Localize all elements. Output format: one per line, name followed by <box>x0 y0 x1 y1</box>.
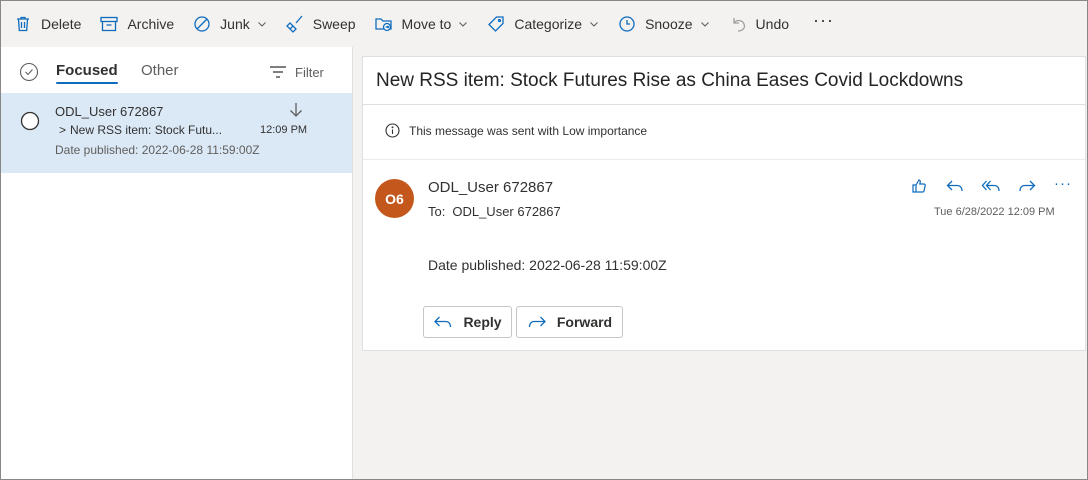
like-icon[interactable] <box>901 176 937 196</box>
divider <box>363 159 1085 160</box>
message-list-pane: Focused Other Filter ODL_User 672867 > Ne… <box>1 47 353 479</box>
forward-button[interactable]: Forward <box>516 306 623 338</box>
undo-label: Undo <box>755 16 790 32</box>
recipient-name[interactable]: ODL_User 672867 <box>452 204 560 219</box>
move-to-button[interactable]: Move to <box>372 8 479 40</box>
filter-button[interactable]: Filter <box>269 64 324 80</box>
reply-icon[interactable] <box>937 176 973 196</box>
delete-label: Delete <box>41 16 82 32</box>
sender-name[interactable]: ODL_User 672867 <box>428 179 553 196</box>
chevron-down-icon <box>700 19 710 29</box>
junk-button[interactable]: Junk <box>190 8 277 40</box>
avatar[interactable]: O6 <box>375 179 414 218</box>
message-date: Tue 6/28/2022 12:09 PM <box>934 206 1055 218</box>
chevron-down-icon <box>257 19 267 29</box>
trash-icon <box>13 14 33 34</box>
reply-button[interactable]: Reply <box>423 306 512 338</box>
tab-other[interactable]: Other <box>141 62 179 79</box>
to-label: To: <box>428 204 446 219</box>
arrow-down-icon <box>288 101 304 119</box>
filter-label: Filter <box>295 64 324 80</box>
broom-icon <box>285 14 305 34</box>
importance-notice: This message was sent with Low importanc… <box>385 123 647 138</box>
command-toolbar: Delete Archive Junk Sweep Move to Catego… <box>1 1 1087 47</box>
email-subject: New RSS item: Stock Futures Rise as Chin… <box>376 70 964 91</box>
message-time: 12:09 PM <box>260 124 308 136</box>
message-body: Date published: 2022-06-28 11:59:00Z <box>428 257 667 273</box>
archive-icon <box>99 14 119 34</box>
message-subject: > New RSS item: Stock Futu... <box>55 123 249 137</box>
select-all-check-icon[interactable] <box>19 62 39 82</box>
divider <box>363 104 1085 105</box>
message-subject-text: New RSS item: Stock Futu... <box>70 123 223 137</box>
archive-label: Archive <box>127 16 175 32</box>
forward-icon <box>527 314 547 330</box>
list-item[interactable]: ODL_User 672867 > New RSS item: Stock Fut… <box>1 93 352 173</box>
forward-icon[interactable] <box>1009 176 1045 196</box>
clock-icon <box>617 14 637 34</box>
recipient-line: To: ODL_User 672867 <box>428 204 561 219</box>
undo-button[interactable]: Undo <box>726 8 799 40</box>
block-icon <box>192 14 212 34</box>
message-actions: ··· <box>901 173 1081 196</box>
tag-icon <box>486 14 506 34</box>
categorize-button[interactable]: Categorize <box>484 8 609 40</box>
chevron-down-icon <box>589 19 599 29</box>
reply-all-icon[interactable] <box>973 176 1009 196</box>
delete-button[interactable]: Delete <box>11 8 91 40</box>
forward-label: Forward <box>556 314 613 330</box>
categorize-label: Categorize <box>514 16 583 32</box>
more-options-icon[interactable]: ··· <box>1045 173 1081 193</box>
undo-icon <box>728 14 748 34</box>
more-actions-icon[interactable]: ··· <box>805 10 842 31</box>
sweep-label: Sweep <box>312 16 356 32</box>
filter-icon <box>269 64 287 80</box>
folder-move-icon <box>374 14 394 34</box>
reading-pane: New RSS item: Stock Futures Rise as Chin… <box>362 56 1086 351</box>
inbox-pivot-bar: Focused Other Filter <box>1 47 353 93</box>
tab-focused[interactable]: Focused <box>56 62 118 84</box>
select-message-radio[interactable] <box>20 111 40 131</box>
sweep-button[interactable]: Sweep <box>283 8 366 40</box>
message-sender: ODL_User 672867 <box>55 104 164 119</box>
move-to-label: Move to <box>401 16 452 32</box>
reply-icon <box>433 314 453 330</box>
importance-text: This message was sent with Low importanc… <box>409 123 648 138</box>
archive-button[interactable]: Archive <box>97 8 184 40</box>
chevron-down-icon <box>458 19 468 29</box>
chevron-right-icon: > <box>59 123 67 137</box>
snooze-button[interactable]: Snooze <box>615 8 719 40</box>
junk-label: Junk <box>220 16 250 32</box>
message-preview: Date published: 2022-06-28 11:59:00Z <box>55 143 260 157</box>
reply-label: Reply <box>463 314 502 330</box>
snooze-label: Snooze <box>645 16 693 32</box>
info-icon <box>385 123 400 138</box>
